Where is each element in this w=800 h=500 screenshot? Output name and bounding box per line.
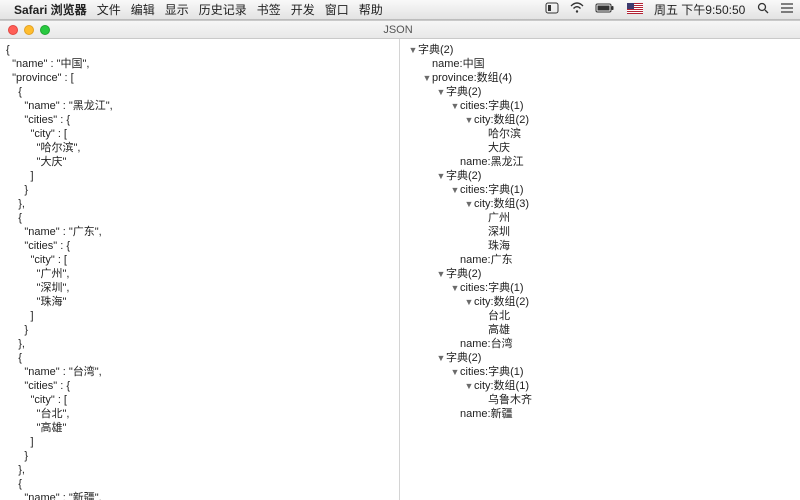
window-titlebar[interactable]: JSON [0, 21, 800, 39]
disclosure-triangle-icon[interactable]: ▼ [464, 379, 474, 393]
menu-help[interactable]: 帮助 [359, 1, 383, 18]
disclosure-triangle-icon[interactable]: ▼ [436, 267, 446, 281]
tree-label: 哈尔滨 [488, 127, 521, 141]
battery-icon[interactable] [595, 2, 615, 14]
menu-develop[interactable]: 开发 [291, 1, 315, 18]
tree-row[interactable]: ▼字典(2) [402, 169, 798, 183]
tree-label: 字典(2) [446, 85, 481, 99]
disclosure-triangle-icon[interactable]: ▼ [450, 365, 460, 379]
tree-row[interactable]: ▼city:数组(3) [402, 197, 798, 211]
tree-row[interactable]: ▼cities:字典(1) [402, 183, 798, 197]
tree-row[interactable]: ▼cities:字典(1) [402, 365, 798, 379]
spotlight-icon[interactable] [757, 2, 769, 14]
wifi-icon[interactable] [570, 2, 584, 14]
tree-label: cities:字典(1) [460, 99, 524, 113]
tree-label: city:数组(2) [474, 113, 529, 127]
tree-row[interactable]: ▼cities:字典(1) [402, 99, 798, 113]
app-window: JSON { "name" : "中国", "province" : [ { "… [0, 20, 800, 500]
disclosure-triangle-icon[interactable]: ▼ [464, 197, 474, 211]
disclosure-triangle-icon[interactable]: ▼ [450, 183, 460, 197]
tree-row[interactable]: ▼字典(2) [402, 351, 798, 365]
tree-label: name:广东 [460, 253, 513, 267]
disclosure-triangle-icon[interactable]: ▼ [436, 85, 446, 99]
tree-row[interactable]: ▼字典(2) [402, 43, 798, 57]
tree-row[interactable]: 台北 [402, 309, 798, 323]
tree-label: city:数组(3) [474, 197, 529, 211]
tree-label: cities:字典(1) [460, 281, 524, 295]
menu-history[interactable]: 历史记录 [199, 1, 247, 18]
disclosure-triangle-icon[interactable]: ▼ [422, 71, 432, 85]
json-source-pane[interactable]: { "name" : "中国", "province" : [ { "name"… [0, 39, 400, 500]
tree-label: cities:字典(1) [460, 183, 524, 197]
tree-row[interactable]: name:广东 [402, 253, 798, 267]
app-name[interactable]: Safari 浏览器 [14, 1, 87, 18]
tree-label: 广州 [488, 211, 510, 225]
tree-label: 字典(2) [418, 43, 453, 57]
json-tree-pane[interactable]: ▼字典(2)name:中国▼province:数组(4)▼字典(2)▼citie… [400, 39, 800, 500]
tree-label: 高雄 [488, 323, 510, 337]
tree-label: 大庆 [488, 141, 510, 155]
disclosure-triangle-icon[interactable]: ▼ [464, 113, 474, 127]
tree-row[interactable]: 广州 [402, 211, 798, 225]
tree-row[interactable]: name:黑龙江 [402, 155, 798, 169]
tree-row[interactable]: name:台湾 [402, 337, 798, 351]
tree-row[interactable]: 乌鲁木齐 [402, 393, 798, 407]
disclosure-triangle-icon[interactable]: ▼ [436, 351, 446, 365]
tree-row[interactable]: 哈尔滨 [402, 127, 798, 141]
tree-row[interactable]: ▼city:数组(1) [402, 379, 798, 393]
tree-row[interactable]: ▼province:数组(4) [402, 71, 798, 85]
menu-window[interactable]: 窗口 [325, 1, 349, 18]
tree-label: name:黑龙江 [460, 155, 524, 169]
tree-label: cities:字典(1) [460, 365, 524, 379]
text-input-icon[interactable] [545, 2, 559, 14]
tree-label: 字典(2) [446, 169, 481, 183]
tree-label: city:数组(1) [474, 379, 529, 393]
tree-row[interactable]: ▼字典(2) [402, 267, 798, 281]
tree-row[interactable]: ▼city:数组(2) [402, 113, 798, 127]
menu-bookmarks[interactable]: 书签 [257, 1, 281, 18]
tree-label: 字典(2) [446, 267, 481, 281]
tree-label: name:台湾 [460, 337, 513, 351]
tree-row[interactable]: 深圳 [402, 225, 798, 239]
clock-text[interactable]: 周五 下午9:50:50 [654, 1, 745, 18]
tree-label: 深圳 [488, 225, 510, 239]
menu-edit[interactable]: 编辑 [131, 1, 155, 18]
tree-row[interactable]: 高雄 [402, 323, 798, 337]
tree-label: 珠海 [488, 239, 510, 253]
tree-label: 台北 [488, 309, 510, 323]
tree-row[interactable]: 珠海 [402, 239, 798, 253]
menu-view[interactable]: 显示 [165, 1, 189, 18]
disclosure-triangle-icon[interactable]: ▼ [450, 99, 460, 113]
disclosure-triangle-icon[interactable]: ▼ [408, 43, 418, 57]
tree-row[interactable]: ▼city:数组(2) [402, 295, 798, 309]
macos-menubar: Safari 浏览器 文件 编辑 显示 历史记录 书签 开发 窗口 帮助 周五 … [0, 0, 800, 20]
tree-row[interactable]: ▼cities:字典(1) [402, 281, 798, 295]
tree-row[interactable]: name:中国 [402, 57, 798, 71]
tree-row[interactable]: 大庆 [402, 141, 798, 155]
json-text: { "name" : "中国", "province" : [ { "name"… [6, 44, 113, 500]
menu-file[interactable]: 文件 [97, 1, 121, 18]
tree-label: 字典(2) [446, 351, 481, 365]
tree-label: city:数组(2) [474, 295, 529, 309]
menu-extras-icon[interactable] [780, 2, 794, 14]
disclosure-triangle-icon[interactable]: ▼ [464, 295, 474, 309]
flag-icon[interactable] [627, 3, 643, 14]
tree-row[interactable]: name:新疆 [402, 407, 798, 421]
tree-label: name:新疆 [460, 407, 513, 421]
menubar-right: 周五 下午9:50:50 [537, 1, 794, 18]
tree-label: province:数组(4) [432, 71, 512, 85]
disclosure-triangle-icon[interactable]: ▼ [450, 281, 460, 295]
tree-row[interactable]: ▼字典(2) [402, 85, 798, 99]
tree-label: name:中国 [432, 57, 485, 71]
tree-label: 乌鲁木齐 [488, 393, 532, 407]
window-title: JSON [0, 24, 800, 36]
disclosure-triangle-icon[interactable]: ▼ [436, 169, 446, 183]
